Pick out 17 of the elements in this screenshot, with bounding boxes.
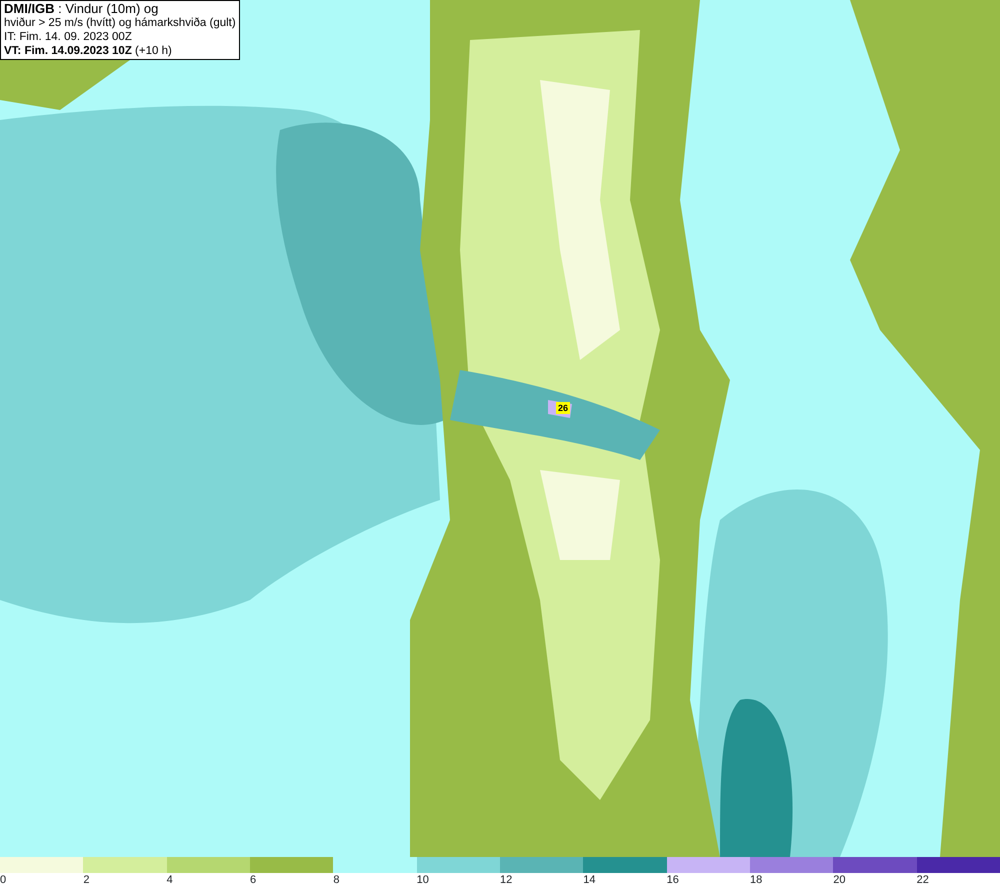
title-line: VT: Fim. 14.09.2023 10Z (+10 h) [4, 44, 173, 58]
legend-tick-label: 4 [166, 873, 173, 887]
legend-tick-label: 12 [500, 873, 512, 887]
title-line: IT: Fim. 14. 09. 2023 00Z [4, 30, 133, 44]
legend-tick-label: 10 [416, 873, 429, 887]
legend-tick-label: 22 [916, 873, 929, 887]
gust-label: 26 [556, 402, 570, 414]
legend-tick-label: 16 [666, 873, 679, 887]
legend-tick-label: 14 [583, 873, 596, 887]
legend-tick-label: 0 [0, 873, 6, 887]
legend-tick-label: 8 [333, 873, 340, 887]
legend-tick-label: 6 [250, 873, 256, 887]
title-line: hviður > 25 m/s (hvítt) og hámarkshviða (gult) [4, 16, 236, 30]
legend-tick-label: 18 [750, 873, 762, 887]
title-line: DMI/IGB : Vindur (10m) og [4, 2, 160, 16]
legend-tick-label: 2 [83, 873, 90, 887]
legend-tick-label: 20 [833, 873, 846, 887]
